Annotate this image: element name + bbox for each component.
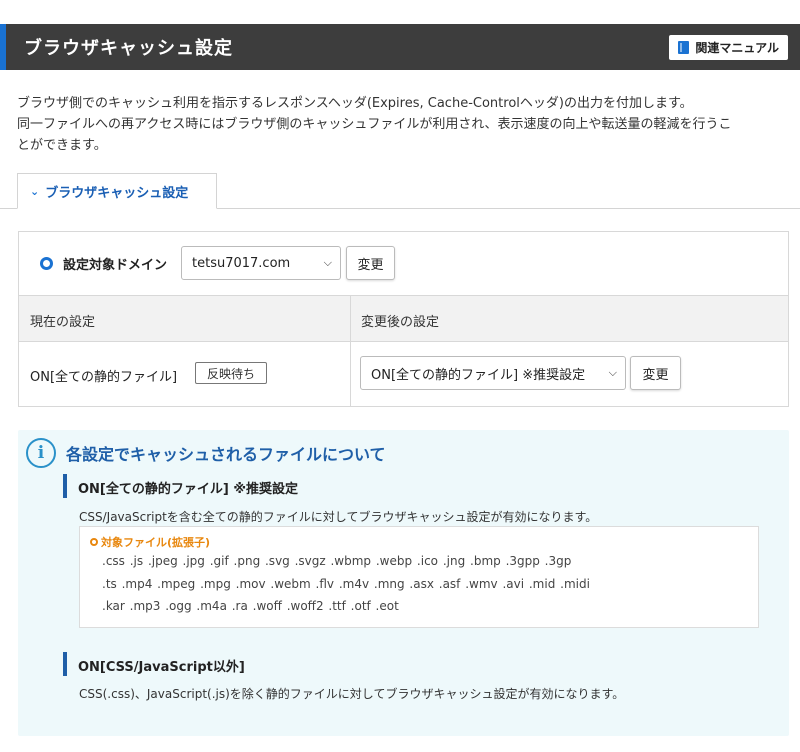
page-header: ブラウザキャッシュ設定 関連マニュアル — [0, 24, 800, 70]
section-marker — [63, 474, 67, 498]
table-row: ON[全ての静的ファイル] 反映待ち ON[全ての静的ファイル] ※推奨設定 ⌵… — [19, 342, 788, 406]
info-icon: i — [26, 438, 56, 468]
settings-panel: 設定対象ドメイン tetsu7017.com ⌵ 変更 現在の設定 変更後の設定… — [18, 231, 789, 407]
radio-selected-icon — [40, 257, 53, 270]
manual-book-icon — [678, 41, 690, 54]
chevron-down-icon: ⌄ — [30, 184, 40, 198]
table-header-row: 現在の設定 変更後の設定 — [19, 295, 788, 342]
extension-list-box: 対象ファイル(拡張子) .css .js .jpeg .jpg .gif .pn… — [79, 526, 759, 628]
column-header-new: 変更後の設定 — [361, 315, 440, 330]
domain-label: 設定対象ドメイン — [63, 258, 168, 273]
extension-line: .css .js .jpeg .jpg .gif .png .svg .svgz… — [102, 554, 572, 568]
related-manual-button[interactable]: 関連マニュアル — [669, 35, 788, 60]
intro-line: ブラウザ側でのキャッシュ利用を指示するレスポンスヘッダ(Expires, Cac… — [17, 96, 693, 111]
domain-change-button[interactable]: 変更 — [346, 246, 395, 280]
related-manual-label: 関連マニュアル — [695, 41, 779, 55]
setting-change-button[interactable]: 変更 — [630, 356, 681, 390]
page-title: ブラウザキャッシュ設定 — [24, 38, 233, 59]
section-desc-non-css-js: CSS(.css)、JavaScript(.js)を除く静的ファイルに対してブラ… — [79, 687, 625, 701]
intro-line: とができます。 — [17, 138, 107, 153]
intro-line: 同一ファイルへの再アクセス時にはブラウザ側のキャッシュファイルが利用され、表示速… — [17, 117, 732, 132]
chevron-down-icon: ⌵ — [323, 256, 332, 269]
new-setting-select[interactable]: ON[全ての静的ファイル] ※推奨設定 ⌵ — [360, 356, 626, 390]
info-box: i 各設定でキャッシュされるファイルについて ON[全ての静的ファイル] ※推奨… — [18, 430, 789, 736]
tab-label: ブラウザキャッシュ設定 — [45, 185, 189, 201]
domain-row: 設定対象ドメイン tetsu7017.com ⌵ 変更 — [19, 232, 788, 295]
extension-line: .kar .mp3 .ogg .m4a .ra .woff .woff2 .tt… — [102, 599, 399, 613]
new-setting-select-value: ON[全ての静的ファイル] ※推奨設定 — [371, 367, 586, 383]
section-title-non-css-js: ON[CSS/JavaScript以外] — [78, 660, 245, 675]
section-title-all-static: ON[全ての静的ファイル] ※推奨設定 — [78, 482, 298, 497]
extension-label-text: 対象ファイル(拡張子) — [101, 536, 211, 549]
domain-select-value: tetsu7017.com — [192, 255, 291, 271]
domain-select[interactable]: tetsu7017.com ⌵ — [181, 246, 341, 280]
section-marker — [63, 652, 67, 676]
section-desc-all-static: CSS/JavaScriptを含む全ての静的ファイルに対してブラウザキャッシュ設… — [79, 510, 598, 524]
bullet-circle-icon — [90, 538, 98, 546]
extension-label: 対象ファイル(拡張子) — [90, 534, 210, 550]
column-header-current: 現在の設定 — [30, 315, 96, 330]
status-badge: 反映待ち — [195, 362, 267, 384]
info-title: 各設定でキャッシュされるファイルについて — [66, 445, 386, 464]
intro-description: ブラウザ側でのキャッシュ利用を指示するレスポンスヘッダ(Expires, Cac… — [17, 93, 797, 156]
extension-line: .ts .mp4 .mpeg .mpg .mov .webm .flv .m4v… — [102, 577, 590, 591]
tab-browser-cache-settings[interactable]: ⌄ ブラウザキャッシュ設定 — [17, 173, 217, 209]
chevron-down-icon: ⌵ — [608, 366, 617, 379]
current-setting-value: ON[全ての静的ファイル] — [30, 370, 178, 385]
